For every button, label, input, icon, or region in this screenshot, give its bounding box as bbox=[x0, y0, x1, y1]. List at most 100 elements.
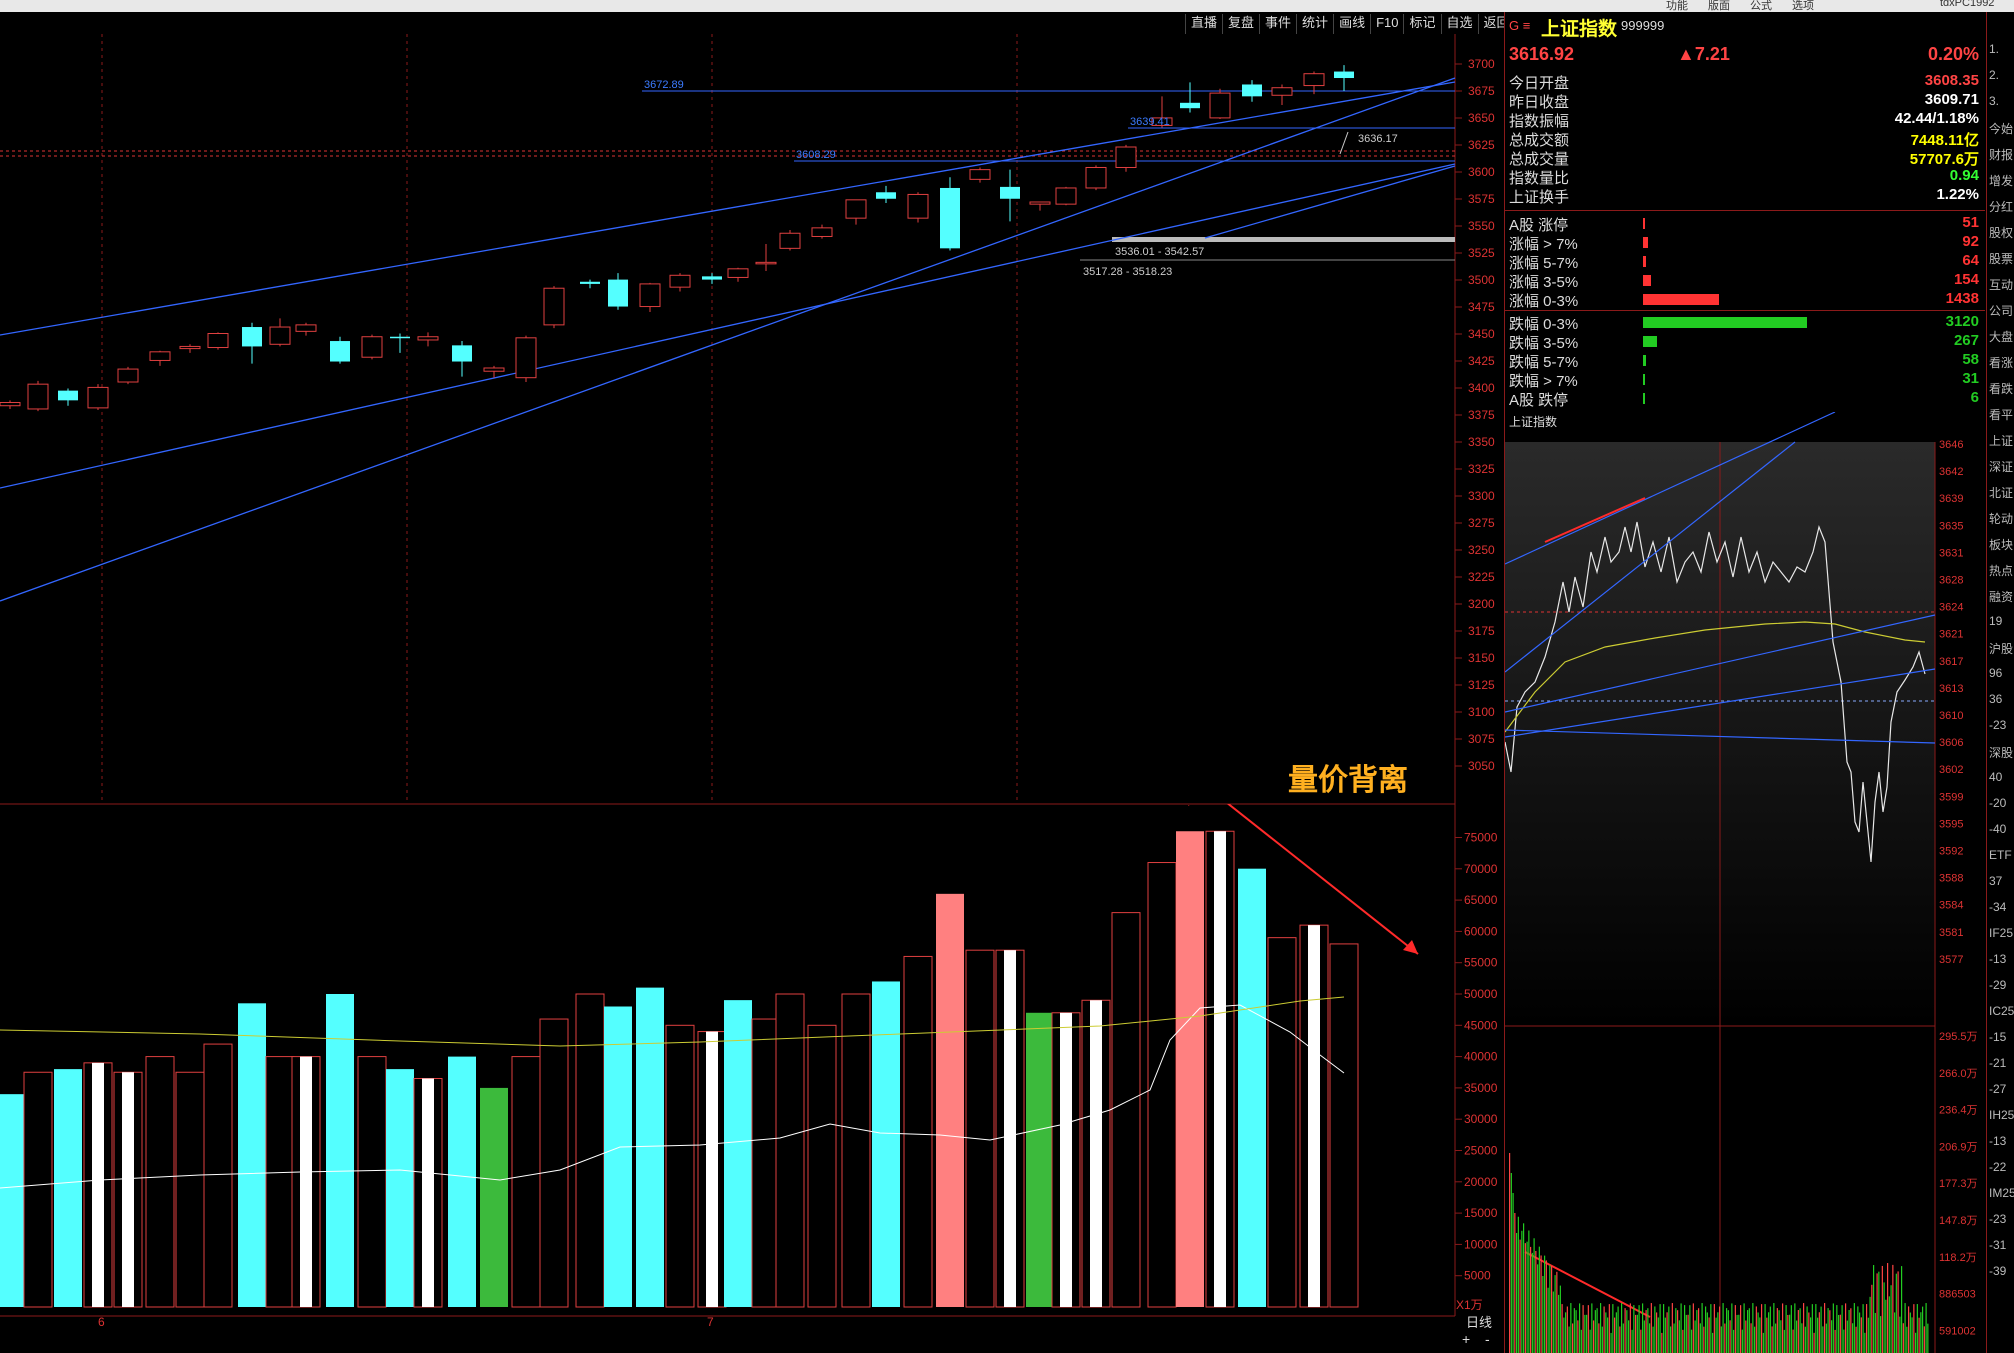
side-info-item[interactable]: 股票 bbox=[1989, 250, 2013, 267]
intraday-vol-bar bbox=[1726, 1308, 1728, 1353]
intraday-title: 上证指数 bbox=[1509, 414, 1557, 429]
volume-bar-inner bbox=[1004, 950, 1016, 1307]
intraday-vol-bar bbox=[1615, 1312, 1617, 1353]
volume-bar-inner bbox=[92, 1062, 104, 1307]
intraday-chart[interactable]: 上证指数 3646 3642 3639 3635 3631 3628 3624 3621 361… bbox=[1505, 412, 1985, 1353]
candle-body bbox=[1303, 73, 1325, 87]
breadth-row[interactable]: 涨幅 3-5% 154 bbox=[1509, 271, 1985, 291]
toolbar-mark-button[interactable]: 标记 bbox=[1403, 14, 1440, 34]
intraday-vol-bar bbox=[1617, 1306, 1619, 1353]
side-info-item[interactable]: -29 bbox=[1989, 978, 2006, 992]
side-info-item[interactable]: 2. bbox=[1989, 68, 1999, 82]
intraday-vol-bar bbox=[1605, 1312, 1607, 1353]
side-info-item[interactable]: -23 bbox=[1989, 1212, 2006, 1226]
intraday-vol-bar bbox=[1566, 1306, 1568, 1353]
candle-body bbox=[483, 367, 505, 372]
toolbar-events-button[interactable]: 事件 bbox=[1259, 14, 1296, 34]
breadth-row[interactable]: 跌幅 > 7% 31 bbox=[1509, 370, 1985, 390]
side-info-item[interactable]: 互动 bbox=[1989, 276, 2013, 293]
side-info-item[interactable]: 大盘 bbox=[1989, 328, 2013, 345]
side-info-item[interactable]: -39 bbox=[1989, 1264, 2006, 1278]
period-label[interactable]: 日线 bbox=[1466, 1315, 1492, 1330]
intraday-vol-bar bbox=[1671, 1303, 1673, 1353]
side-info-item[interactable]: 3. bbox=[1989, 94, 1999, 108]
side-info-item[interactable]: -31 bbox=[1989, 1238, 2006, 1252]
breadth-row[interactable]: 涨幅 0-3% 1438 bbox=[1509, 290, 1985, 310]
side-info-item[interactable]: -34 bbox=[1989, 900, 2006, 914]
main-tick-label: 3200 bbox=[1468, 597, 1495, 611]
zoom-in-button[interactable]: + bbox=[1462, 1331, 1470, 1347]
side-info-item[interactable]: 融资 bbox=[1989, 588, 2013, 605]
intraday-vol-bar bbox=[1817, 1317, 1819, 1353]
side-info-item[interactable]: 分红 bbox=[1989, 198, 2013, 215]
side-info-item[interactable]: 看平 bbox=[1989, 406, 2013, 423]
side-info-item[interactable]: -27 bbox=[1989, 1082, 2006, 1096]
side-info-item[interactable]: 上证 bbox=[1989, 432, 2013, 449]
side-info-item[interactable]: 深股 bbox=[1989, 744, 2013, 761]
side-info-item[interactable]: ETF bbox=[1989, 848, 2012, 862]
side-info-item[interactable]: 37 bbox=[1989, 874, 2002, 888]
stat-value: 42.44/1.18% bbox=[1894, 110, 1979, 127]
side-info-item[interactable]: 股权 bbox=[1989, 224, 2013, 241]
side-info-item[interactable]: 轮动 bbox=[1989, 510, 2013, 527]
side-info-item[interactable]: -21 bbox=[1989, 1056, 2006, 1070]
side-info-item[interactable]: 财报 bbox=[1989, 146, 2013, 163]
side-info-item[interactable]: -40 bbox=[1989, 822, 2006, 836]
toolbar-live-button[interactable]: 直播 bbox=[1185, 14, 1222, 34]
side-info-item[interactable]: 36 bbox=[1989, 692, 2002, 706]
intraday-vol-bar bbox=[1862, 1304, 1864, 1353]
candle-body bbox=[27, 383, 49, 410]
side-info-item[interactable]: 增发 bbox=[1989, 172, 2013, 189]
side-info-item[interactable]: -20 bbox=[1989, 796, 2006, 810]
toolbar-watchlist-button[interactable]: 自选 bbox=[1440, 14, 1478, 34]
side-info-item[interactable]: -23 bbox=[1989, 718, 2006, 732]
side-info-item[interactable]: 今始 bbox=[1989, 120, 2013, 137]
intraday-vol-bar bbox=[1561, 1304, 1563, 1353]
side-info-item[interactable]: IM25 bbox=[1989, 1186, 2014, 1200]
side-info-item[interactable]: 沪股 bbox=[1989, 640, 2013, 657]
vol-tick-label: 30000 bbox=[1464, 1112, 1498, 1126]
toolbar-f10-button[interactable]: F10 bbox=[1370, 14, 1403, 34]
side-info-item[interactable]: IF25 bbox=[1989, 926, 2013, 940]
side-info-item[interactable]: 看跌 bbox=[1989, 380, 2013, 397]
side-info-item[interactable]: 40 bbox=[1989, 770, 2002, 784]
intraday-vol-bar bbox=[1652, 1326, 1654, 1353]
side-info-item[interactable]: 19 bbox=[1989, 614, 2002, 628]
toolbar-draw-button[interactable]: 画线 bbox=[1333, 14, 1370, 34]
breadth-row[interactable]: 涨幅 > 7% 92 bbox=[1509, 233, 1985, 253]
intraday-vol-bar bbox=[1638, 1305, 1640, 1353]
toolbar-replay-button[interactable]: 复盘 bbox=[1222, 14, 1259, 34]
breadth-row[interactable]: A股 涨停 51 bbox=[1509, 214, 1985, 234]
intraday-vol-bar bbox=[1750, 1323, 1752, 1353]
side-info-item[interactable]: IH25 bbox=[1989, 1108, 2014, 1122]
annotation-3608: 3608.29 bbox=[796, 149, 836, 161]
intraday-vol-bar bbox=[1797, 1310, 1799, 1353]
market-icon[interactable]: G ≡ bbox=[1509, 18, 1530, 33]
side-info-item[interactable]: 深证 bbox=[1989, 458, 2013, 475]
side-info-item[interactable]: -22 bbox=[1989, 1160, 2006, 1174]
zoom-out-button[interactable]: - bbox=[1485, 1331, 1490, 1347]
side-info-item[interactable]: IC25 bbox=[1989, 1004, 2014, 1018]
side-info-item[interactable]: -13 bbox=[1989, 952, 2006, 966]
breadth-row[interactable]: A股 跌停 6 bbox=[1509, 389, 1985, 409]
volume-chart[interactable]: 7500070000650006000055000500004500040000… bbox=[0, 804, 1504, 1353]
side-info-item[interactable]: 看涨 bbox=[1989, 354, 2013, 371]
volume-unit-label: X1万 bbox=[1456, 1298, 1483, 1312]
breadth-row[interactable]: 跌幅 5-7% 58 bbox=[1509, 351, 1985, 371]
side-info-item[interactable]: 96 bbox=[1989, 666, 2002, 680]
side-info-item[interactable]: 北证 bbox=[1989, 484, 2013, 501]
side-info-item[interactable]: -13 bbox=[1989, 1134, 2006, 1148]
breadth-row[interactable]: 跌幅 3-5% 267 bbox=[1509, 332, 1985, 352]
breadth-row[interactable]: 涨幅 5-7% 64 bbox=[1509, 252, 1985, 272]
breadth-row[interactable]: 跌幅 0-3% 3120 bbox=[1509, 313, 1985, 333]
intraday-tick-label: 3595 bbox=[1939, 818, 1963, 830]
side-info-item[interactable]: 公司 bbox=[1989, 302, 2013, 319]
breadth-bar bbox=[1643, 374, 1645, 385]
side-info-item[interactable]: -15 bbox=[1989, 1030, 2006, 1044]
toolbar-stats-button[interactable]: 统计 bbox=[1296, 14, 1333, 34]
candlestick-chart[interactable]: 3700 3675 3650 3625 3600 3575 3550 3525 3500 3475… bbox=[0, 34, 1504, 806]
side-info-item[interactable]: 热点 bbox=[1989, 562, 2013, 579]
side-info-item[interactable]: 1. bbox=[1989, 42, 1999, 56]
intraday-vol-bar bbox=[1698, 1308, 1700, 1353]
side-info-item[interactable]: 板块 bbox=[1989, 536, 2013, 553]
